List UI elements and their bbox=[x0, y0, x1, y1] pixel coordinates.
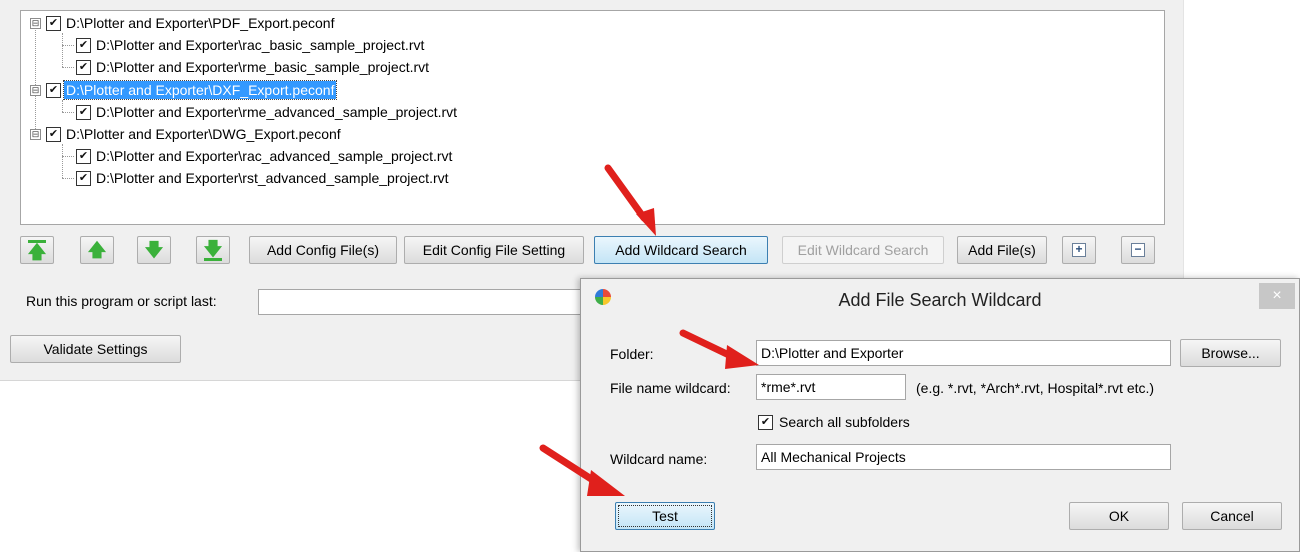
test-button[interactable]: Test bbox=[615, 502, 715, 530]
tree-checkbox[interactable] bbox=[76, 170, 91, 186]
dialog-titlebar[interactable]: Add File Search Wildcard × bbox=[581, 279, 1299, 319]
file-name-wildcard-input[interactable]: *rme*.rvt bbox=[756, 374, 906, 400]
collapse-icon[interactable]: ⊟ bbox=[30, 17, 41, 29]
tree-line bbox=[62, 144, 63, 178]
ok-button[interactable]: OK bbox=[1069, 502, 1169, 530]
edit-wildcard-search-button[interactable]: Edit Wildcard Search bbox=[782, 236, 944, 264]
add-file-search-wildcard-dialog: Add File Search Wildcard × Folder: D:\Pl… bbox=[580, 278, 1300, 552]
tree-node-dxf-config[interactable]: ⊟ D:\Plotter and Exporter\DXF_Export.pec… bbox=[30, 79, 338, 101]
file-name-wildcard-label: File name wildcard: bbox=[610, 380, 731, 396]
tree-checkbox[interactable] bbox=[46, 15, 61, 31]
tree-node-file[interactable]: D:\Plotter and Exporter\rme_advanced_sam… bbox=[76, 101, 459, 123]
tree-node-label: D:\Plotter and Exporter\DWG_Export.pecon… bbox=[66, 126, 341, 142]
close-button[interactable]: × bbox=[1259, 283, 1295, 309]
tree-checkbox[interactable] bbox=[46, 126, 61, 142]
add-config-files-button[interactable]: Add Config File(s) bbox=[249, 236, 397, 264]
tree-node-file[interactable]: D:\Plotter and Exporter\rac_basic_sample… bbox=[76, 34, 426, 56]
cancel-button[interactable]: Cancel bbox=[1182, 502, 1282, 530]
tree-node-label-selected: D:\Plotter and Exporter\DXF_Export.pecon… bbox=[62, 80, 338, 100]
tree-node-file[interactable]: D:\Plotter and Exporter\rme_basic_sample… bbox=[76, 56, 431, 78]
tree-line bbox=[62, 45, 74, 46]
wildcard-name-input[interactable]: All Mechanical Projects bbox=[756, 444, 1171, 470]
tree-checkbox[interactable] bbox=[76, 148, 91, 164]
tree-node-label: D:\Plotter and Exporter\rme_advanced_sam… bbox=[96, 104, 458, 120]
move-to-top-icon: 🡅 bbox=[27, 239, 47, 262]
tree-node-label: D:\Plotter and Exporter\rst_advanced_sam… bbox=[96, 170, 449, 186]
tree-node-label: D:\Plotter and Exporter\rac_advanced_sam… bbox=[96, 148, 453, 164]
move-to-bottom-button[interactable]: 🡇 bbox=[196, 236, 230, 264]
move-down-icon: 🡇 bbox=[144, 240, 164, 260]
annotation-arrow bbox=[679, 329, 759, 369]
browse-button[interactable]: Browse... bbox=[1180, 339, 1281, 367]
tree-line bbox=[62, 33, 63, 67]
tree-node-label: D:\Plotter and Exporter\rac_basic_sample… bbox=[96, 37, 425, 53]
tree-node-label: D:\Plotter and Exporter\PDF_Export.pecon… bbox=[66, 15, 335, 31]
add-files-button[interactable]: Add File(s) bbox=[957, 236, 1047, 264]
collapse-icon[interactable]: ⊟ bbox=[30, 128, 41, 140]
tree-line bbox=[62, 178, 74, 179]
tree-checkbox[interactable] bbox=[76, 37, 91, 53]
expand-icon: + bbox=[1072, 243, 1086, 257]
annotation-arrow bbox=[604, 164, 656, 236]
move-up-button[interactable]: 🡅 bbox=[80, 236, 114, 264]
tree-line bbox=[35, 26, 36, 129]
folder-label: Folder: bbox=[610, 346, 654, 362]
subfolders-check[interactable] bbox=[758, 414, 773, 430]
tree-checkbox[interactable] bbox=[76, 104, 91, 120]
tree-node-file[interactable]: D:\Plotter and Exporter\rst_advanced_sam… bbox=[76, 167, 451, 189]
annotation-arrow bbox=[539, 444, 625, 496]
tree-line bbox=[62, 100, 63, 112]
tree-node-file[interactable]: D:\Plotter and Exporter\rac_advanced_sam… bbox=[76, 145, 454, 167]
collapse-all-icon: − bbox=[1131, 243, 1145, 257]
collapse-all-button[interactable]: − bbox=[1121, 236, 1155, 264]
folder-input[interactable]: D:\Plotter and Exporter bbox=[756, 340, 1171, 366]
add-wildcard-search-button[interactable]: Add Wildcard Search bbox=[594, 236, 768, 264]
tree-line bbox=[62, 67, 74, 68]
search-subfolders-label: Search all subfolders bbox=[779, 414, 910, 430]
tree-node-dwg-config[interactable]: ⊟ D:\Plotter and Exporter\DWG_Export.pec… bbox=[30, 123, 343, 145]
wildcard-hint: (e.g. *.rvt, *Arch*.rvt, Hospital*.rvt e… bbox=[916, 380, 1155, 396]
tree-node-label: D:\Plotter and Exporter\rme_basic_sample… bbox=[96, 59, 430, 75]
dialog-title: Add File Search Wildcard bbox=[838, 290, 1042, 310]
edit-config-file-setting-button[interactable]: Edit Config File Setting bbox=[404, 236, 584, 264]
tree-node-pdf-config[interactable]: ⊟ D:\Plotter and Exporter\PDF_Export.pec… bbox=[30, 12, 336, 34]
collapse-icon[interactable]: ⊟ bbox=[30, 84, 41, 96]
tree-line bbox=[62, 112, 74, 113]
tree-checkbox[interactable] bbox=[46, 82, 61, 98]
move-to-top-button[interactable]: 🡅 bbox=[20, 236, 54, 264]
move-to-bottom-icon: 🡇 bbox=[203, 238, 223, 261]
tree-line bbox=[62, 156, 74, 157]
search-subfolders-checkbox[interactable]: Search all subfolders bbox=[758, 414, 910, 430]
run-last-input[interactable] bbox=[258, 289, 598, 315]
tree-checkbox[interactable] bbox=[76, 59, 91, 75]
expand-all-button[interactable]: + bbox=[1062, 236, 1096, 264]
move-down-button[interactable]: 🡇 bbox=[137, 236, 171, 264]
config-tree[interactable]: ⊟ D:\Plotter and Exporter\PDF_Export.pec… bbox=[20, 10, 1165, 225]
move-up-icon: 🡅 bbox=[87, 240, 107, 260]
run-last-label: Run this program or script last: bbox=[26, 293, 217, 309]
validate-settings-button[interactable]: Validate Settings bbox=[10, 335, 181, 363]
